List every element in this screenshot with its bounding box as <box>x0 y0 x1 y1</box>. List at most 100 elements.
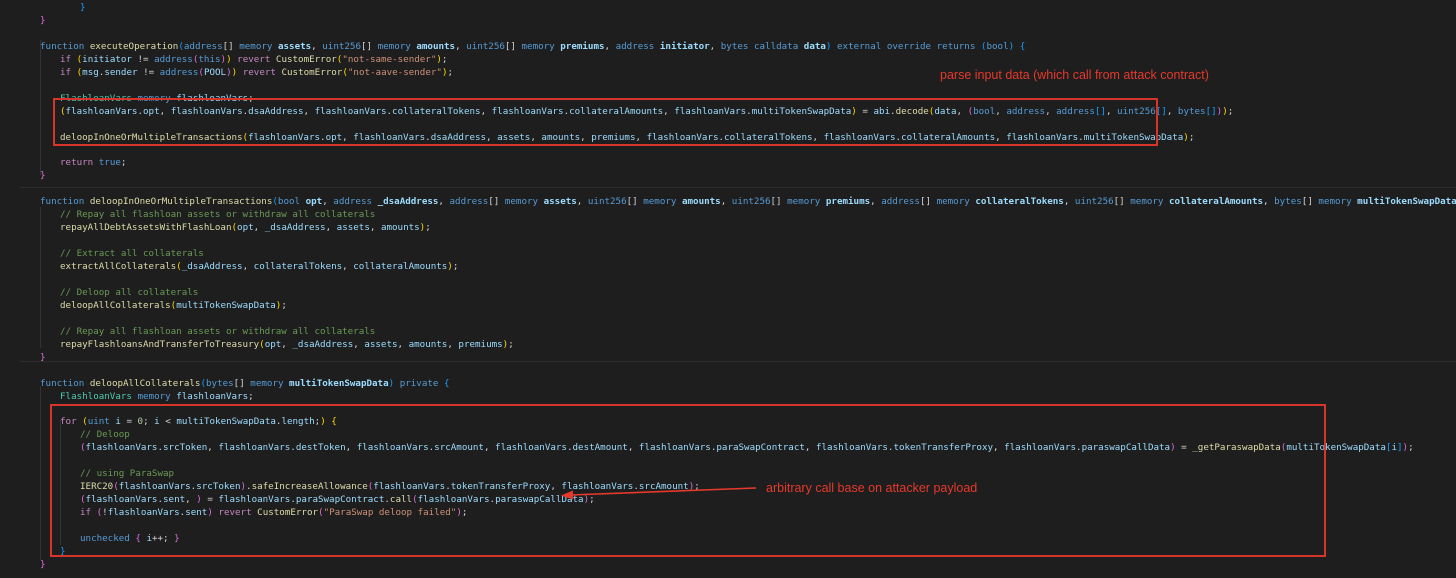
code-token: ; <box>281 299 287 311</box>
code-line[interactable]: repayFlashloansAndTransferToTreasury(opt… <box>60 338 514 351</box>
code-token: address <box>154 53 193 65</box>
code-token: , <box>353 338 365 350</box>
code-line[interactable]: if (initiator != address(this)) revert C… <box>60 53 447 66</box>
indent-guide <box>40 207 41 348</box>
code-token: , <box>342 261 354 272</box>
code-token: bytes <box>1177 105 1206 117</box>
code-line[interactable]: function executeOperation(address[] memo… <box>40 40 1025 53</box>
code-token: if <box>60 66 72 78</box>
code-token: memory <box>936 196 970 208</box>
code-token: opt <box>237 222 254 234</box>
code-token: function <box>40 196 85 208</box>
indent-guide <box>40 40 41 175</box>
code-line[interactable]: // Repay all flashloan assets or withdra… <box>60 208 375 221</box>
code-token: initiator <box>659 40 710 52</box>
code-line[interactable]: if (msg.sender != address(POOL)) revert … <box>60 66 453 79</box>
code-line[interactable]: } <box>80 1 86 14</box>
code-token: "not-aave-sender" <box>347 66 442 78</box>
code-token: return <box>60 157 94 169</box>
code-line[interactable]: function deloopAllCollaterals(bytes[] me… <box>40 377 450 390</box>
code-token: ; <box>1408 442 1414 454</box>
code-token: repayFlashloansAndTransferToTreasury <box>60 338 260 350</box>
code-token: this <box>198 53 221 65</box>
code-token: != <box>137 66 160 78</box>
code-token: private <box>399 377 439 389</box>
code-line[interactable]: extractAllCollaterals(_dsaAddress, colla… <box>60 260 458 273</box>
code-token: ; <box>508 338 514 350</box>
code-token: [] <box>488 196 505 208</box>
loop-highlight-box <box>50 404 1326 557</box>
code-token: bool <box>277 196 301 208</box>
code-token: , <box>604 40 616 52</box>
code-token: ; <box>1188 131 1195 143</box>
code-token: bytes <box>1274 196 1302 208</box>
code-token: collateralAmounts <box>353 261 448 272</box>
code-line[interactable]: repayAllDebtAssetsWithFlashLoan(opt, _ds… <box>60 221 431 234</box>
code-token: ; <box>1227 105 1234 117</box>
code-token: premiums <box>825 196 871 208</box>
code-token: memory <box>377 40 411 52</box>
code-token: , <box>1166 105 1178 117</box>
code-line[interactable]: deloopAllCollaterals(multiTokenSwapData)… <box>60 299 287 312</box>
code-token: address <box>333 196 373 208</box>
code-line[interactable]: // Repay all flashloan assets or withdra… <box>60 325 375 338</box>
code-line[interactable]: // Deloop all collaterals <box>60 286 198 299</box>
code-token: calldata <box>753 40 799 52</box>
code-token: POOL <box>203 66 227 78</box>
code-token: uint256 <box>1074 196 1114 208</box>
code-token: deloopAllCollaterals <box>89 377 201 389</box>
code-token: [] <box>919 196 937 208</box>
code-token: address <box>881 196 920 208</box>
code-token: deloopInOneOrMultipleTransactions <box>89 196 273 208</box>
code-token: memory <box>521 40 555 52</box>
code-token: ; <box>452 261 459 272</box>
code-token: assets <box>543 196 577 208</box>
code-token: premiums <box>458 338 503 350</box>
function-separator <box>20 361 1456 362</box>
code-token: != <box>131 53 155 65</box>
code-token: executeOperation <box>89 40 179 52</box>
code-token: , <box>369 222 381 234</box>
code-token: assets <box>336 222 370 234</box>
code-token: amounts <box>681 196 721 208</box>
code-token: , <box>242 261 254 272</box>
code-token: external <box>837 40 882 52</box>
code-token: memory <box>787 196 821 208</box>
code-token: bool <box>986 40 1009 52</box>
code-token: address <box>615 40 655 52</box>
code-token: uint256 <box>731 196 771 208</box>
code-token: memory <box>250 377 284 389</box>
code-line[interactable]: function deloopInOneOrMultipleTransactio… <box>40 195 1456 208</box>
code-token: [] <box>1301 196 1319 208</box>
code-line[interactable]: return true; <box>60 156 126 169</box>
code-token: assets <box>277 40 312 52</box>
code-token: opt <box>305 196 323 208</box>
code-line[interactable]: } <box>40 169 46 182</box>
code-token: sender <box>104 66 138 78</box>
code-token: "not-same-sender" <box>342 53 437 65</box>
code-token: , <box>455 40 467 52</box>
code-token: // Repay all flashloan assets or withdra… <box>60 209 376 221</box>
code-token: } <box>80 2 86 13</box>
code-line[interactable]: } <box>40 14 46 27</box>
code-token: CustomError <box>275 53 337 65</box>
function-separator <box>20 187 1456 188</box>
code-line[interactable]: } <box>40 558 46 571</box>
code-token: premiums <box>560 40 605 52</box>
code-token: // Repay all flashloan assets or withdra… <box>60 325 376 337</box>
code-token: deloopAllCollaterals <box>60 299 171 311</box>
code-token: , <box>322 196 334 208</box>
code-token: _dsaAddress <box>264 222 326 234</box>
code-line[interactable]: // Extract all collaterals <box>60 247 204 260</box>
code-token: opt <box>264 338 282 350</box>
code-token: revert <box>237 53 271 65</box>
code-token: multiTokenSwapData <box>289 377 389 389</box>
code-token: , <box>311 40 323 52</box>
code-token: memory <box>1318 196 1352 208</box>
code-token: , <box>447 338 459 350</box>
code-line[interactable]: FlashloanVars memory flashloanVars; <box>60 390 254 403</box>
code-token: initiator <box>82 53 132 65</box>
indent-guide <box>40 386 41 560</box>
code-token: revert <box>242 66 276 78</box>
code-token: data <box>803 40 826 52</box>
